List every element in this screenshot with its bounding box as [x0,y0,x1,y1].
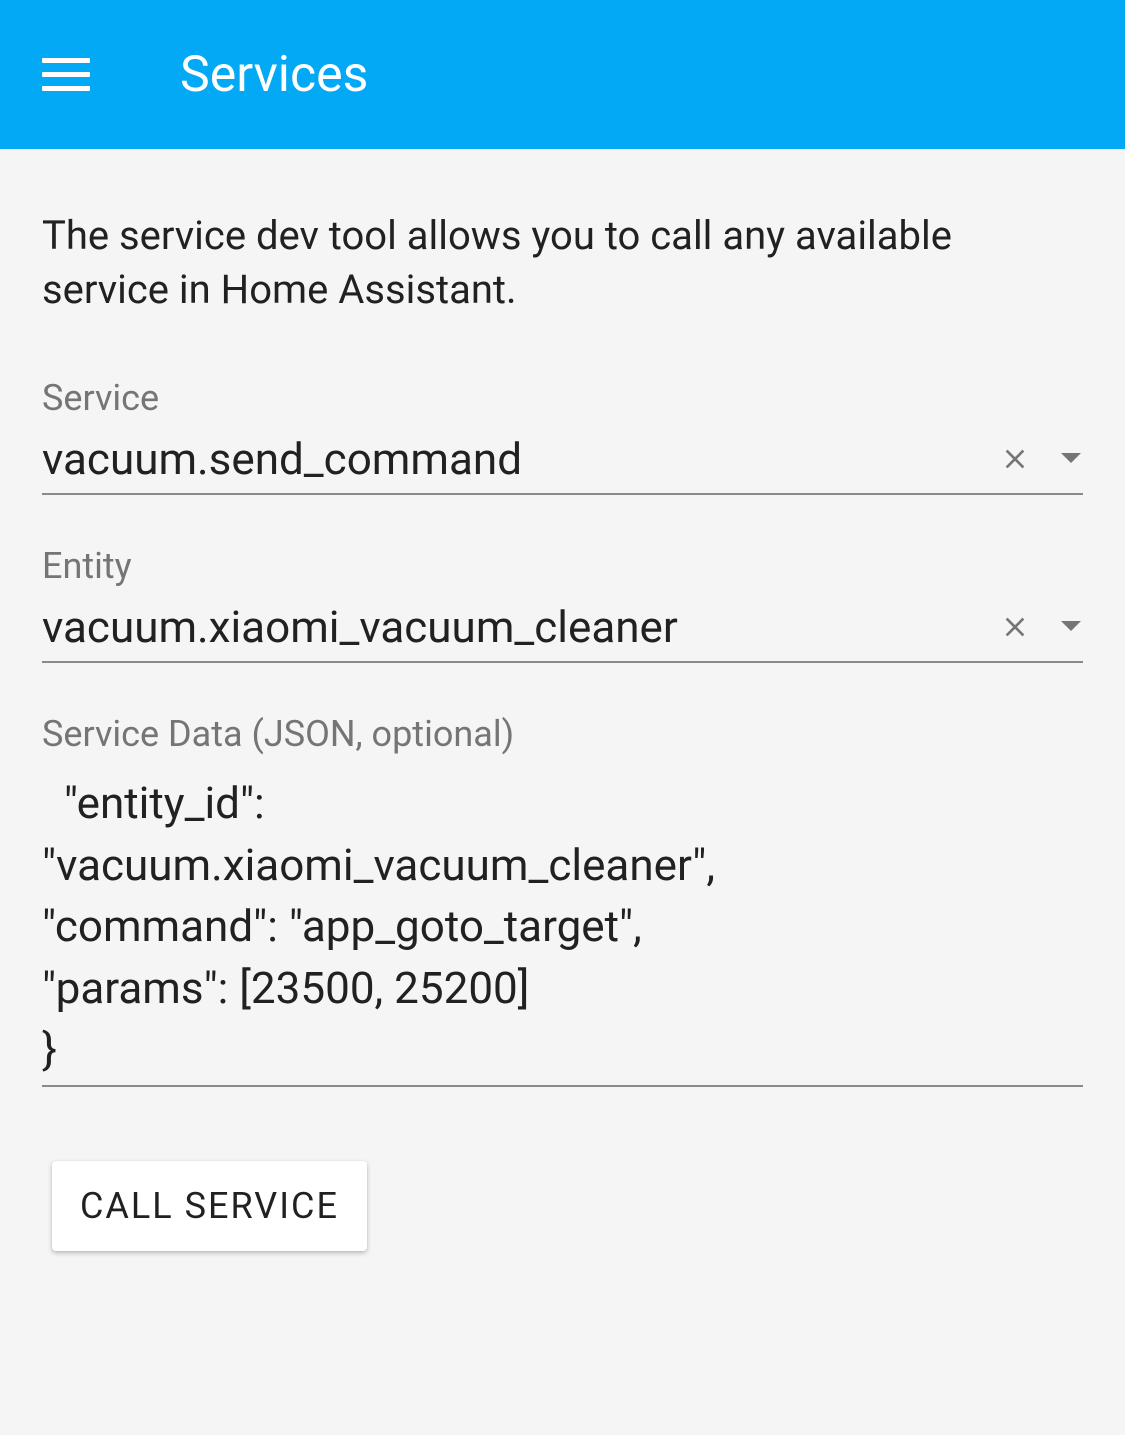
service-data-label: Service Data (JSON, optional) [42,713,1083,755]
clear-icon[interactable] [999,443,1031,475]
chevron-down-icon[interactable] [1059,619,1083,635]
entity-label: Entity [42,545,1083,587]
app-header: Services [0,0,1125,149]
call-service-button[interactable]: CALL SERVICE [52,1161,367,1251]
clear-icon[interactable] [999,611,1031,643]
service-input[interactable] [42,433,999,485]
service-field: Service [42,377,1083,495]
intro-text: The service dev tool allows you to call … [42,209,1083,317]
page-title: Services [180,46,368,104]
entity-input-row [42,595,1083,663]
service-label: Service [42,377,1083,419]
content-area: The service dev tool allows you to call … [0,149,1125,1251]
service-input-row [42,427,1083,495]
entity-field: Entity [42,545,1083,663]
service-data-field: Service Data (JSON, optional) [42,713,1083,1091]
chevron-down-icon[interactable] [1059,451,1083,467]
service-data-input[interactable] [42,773,1083,1087]
entity-input[interactable] [42,601,999,653]
menu-icon[interactable] [42,51,90,99]
